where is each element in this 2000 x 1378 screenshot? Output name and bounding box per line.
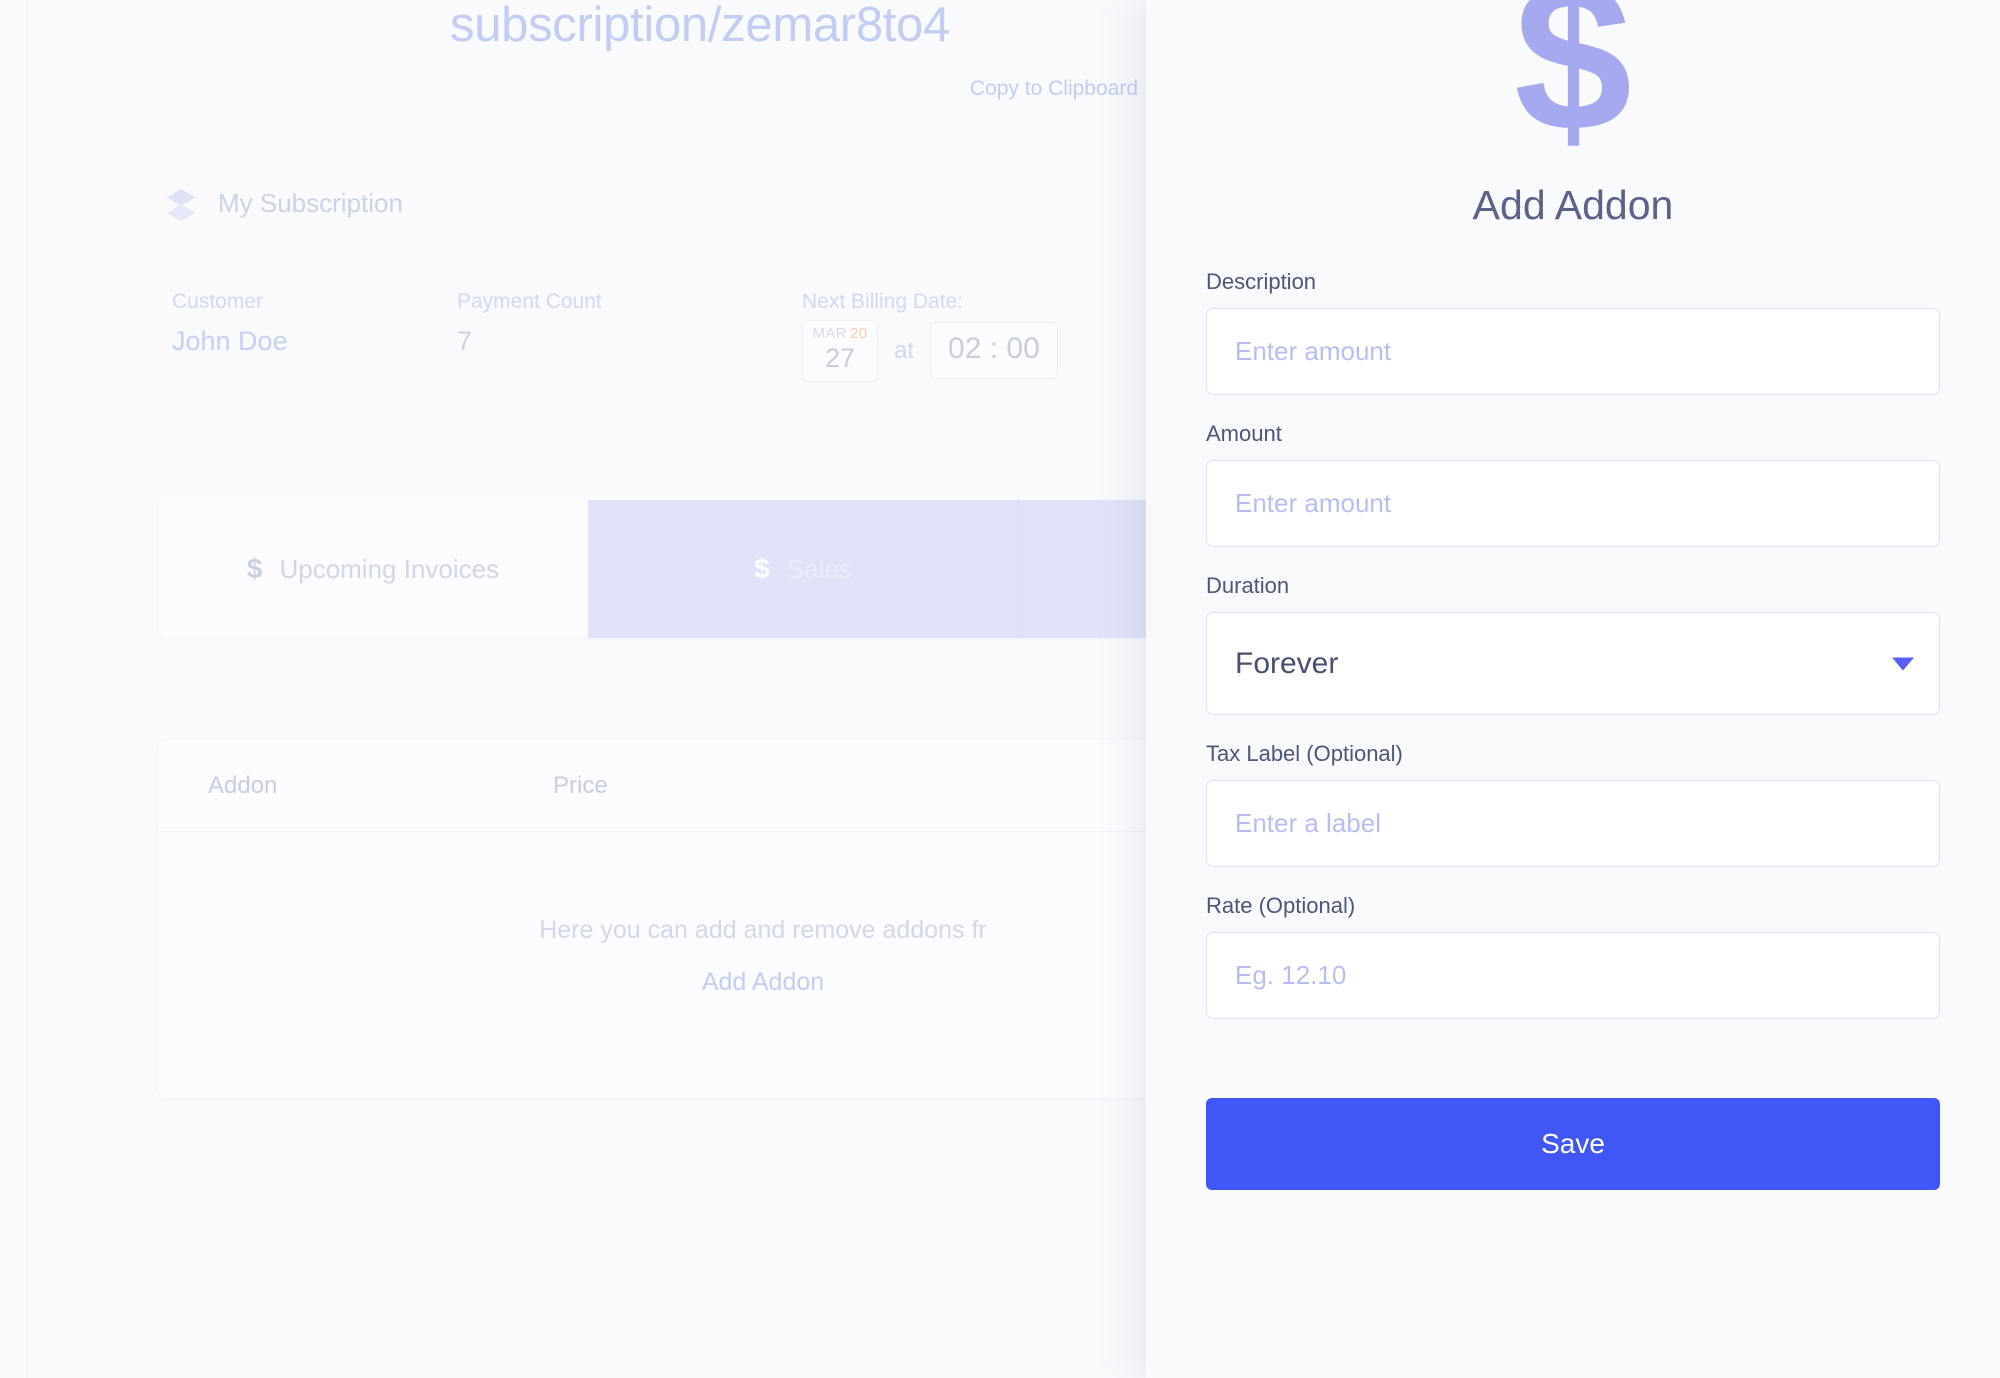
page-title: subscription/zemar8to4 [450, 0, 950, 52]
date-day: 27 [824, 343, 856, 373]
field-rate: Rate (Optional) [1206, 893, 1940, 1019]
dollar-icon: $ [754, 553, 770, 584]
column-header-addon: Addon [208, 771, 278, 799]
subscription-heading: My Subscription [164, 186, 403, 220]
at-label: at [894, 336, 915, 364]
modal-icon-wrap: $ [1206, 0, 1940, 170]
customer-info: Customer John Doe [172, 290, 457, 357]
payment-count-value: 7 [457, 326, 473, 356]
amount-label: Amount [1206, 421, 1282, 446]
dollar-icon: $ [1514, 0, 1632, 170]
payment-count-label: Payment Count [457, 290, 602, 313]
date-year: 20 [850, 325, 868, 342]
tax-label-input[interactable] [1206, 780, 1940, 867]
app-root: subscription/zemar8to4 Copy to Clipboard… [0, 0, 2000, 1378]
next-billing-date-label: Next Billing Date: [802, 290, 964, 313]
duration-select[interactable]: Forever [1206, 612, 1940, 715]
page-header: subscription/zemar8to4 Copy to Clipboard [200, 0, 1200, 101]
customer-label: Customer [172, 290, 264, 313]
left-rail [0, 0, 28, 1378]
field-duration: Duration Forever [1206, 573, 1940, 715]
save-button[interactable]: Save [1206, 1098, 1940, 1190]
subscription-info-row: Customer John Doe Payment Count 7 Next B… [172, 290, 1202, 382]
layers-icon [164, 186, 198, 220]
duration-label: Duration [1206, 573, 1290, 598]
tab-sales[interactable]: $ Sales [588, 500, 1018, 638]
addons-table-body: Here you can add and remove addons fr Ad… [158, 832, 1318, 1098]
billing-date-controls: MAR 20 27 at 02 : 00 [802, 320, 1202, 382]
dollar-icon: $ [246, 553, 263, 584]
time-picker-chip[interactable]: 02 : 00 [930, 322, 1058, 380]
date-picker-chip[interactable]: MAR 20 27 [802, 320, 878, 382]
add-addon-modal: $ Add Addon Description Amount Duration … [1146, 0, 2000, 1378]
rate-input[interactable] [1206, 932, 1940, 1019]
field-amount: Amount [1206, 421, 1940, 547]
duration-select-wrap: Forever [1206, 612, 1940, 715]
tab-upcoming-invoices-label: Upcoming Invoices [279, 553, 500, 584]
tab-sales-label: Sales [786, 553, 852, 584]
next-billing-date-info: Next Billing Date: MAR 20 27 at 02 : 00 [802, 290, 1202, 382]
column-header-price: Price [553, 771, 608, 799]
modal-title: Add Addon [1472, 182, 1674, 228]
date-month: MAR [812, 325, 848, 342]
description-label: Description [1206, 269, 1317, 294]
amount-input[interactable] [1206, 460, 1940, 547]
addons-table-card: Addon Price Here you can add and remove … [158, 740, 1318, 1098]
date-month-year: MAR 20 [803, 325, 877, 342]
tax-label-label: Tax Label (Optional) [1206, 741, 1403, 766]
addons-table-header: Addon Price [158, 740, 1318, 832]
field-description: Description [1206, 269, 1940, 395]
tab-upcoming-invoices[interactable]: $ Upcoming Invoices [158, 500, 588, 638]
customer-value: John Doe [172, 326, 288, 356]
description-input[interactable] [1206, 308, 1940, 395]
field-tax-label: Tax Label (Optional) [1206, 741, 1940, 867]
payment-count-info: Payment Count 7 [457, 290, 802, 357]
copy-to-clipboard-link[interactable]: Copy to Clipboard [200, 77, 1200, 101]
rate-label: Rate (Optional) [1206, 893, 1356, 918]
section-title: My Subscription [218, 187, 403, 218]
tabs-bar: $ Upcoming Invoices $ Sales [158, 500, 1318, 638]
